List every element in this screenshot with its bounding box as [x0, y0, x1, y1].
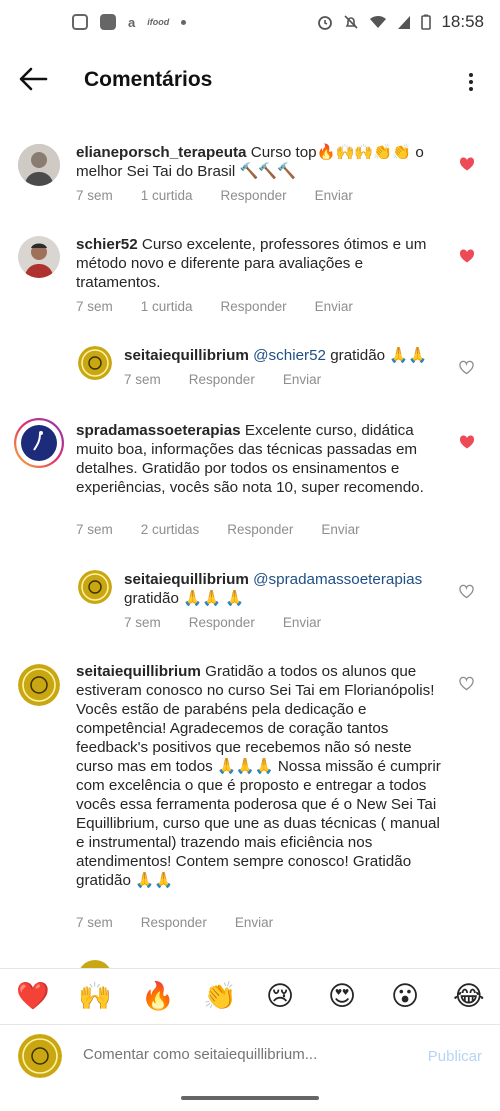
comment-time: 7 sem	[76, 522, 113, 537]
comment-text: Gratidão a todos os alunos que estiveram…	[76, 663, 441, 889]
reaction-crying-button[interactable]: 😢	[266, 979, 294, 1013]
send-button[interactable]: Enviar	[235, 915, 273, 930]
like-count[interactable]: 1 curtida	[141, 299, 193, 314]
reply-button[interactable]: Responder	[189, 615, 255, 630]
comment-time: 7 sem	[124, 615, 161, 630]
more-notifications-icon	[181, 19, 187, 25]
avatar[interactable]	[78, 346, 112, 380]
comment-time: 7 sem	[76, 915, 113, 930]
alarm-icon	[318, 16, 333, 30]
gesture-nav-bar[interactable]	[181, 1096, 319, 1100]
page-title: Comentários	[84, 68, 213, 91]
send-button[interactable]: Enviar	[283, 372, 321, 387]
battery-icon	[421, 14, 432, 30]
app-bar: Comentários	[0, 48, 500, 114]
reaction-heart-eyes-button[interactable]: 😍	[328, 979, 356, 1013]
comment-composer: Publicar	[0, 1024, 500, 1089]
reply-button[interactable]: Responder	[227, 522, 293, 537]
comment-time: 7 sem	[76, 299, 113, 314]
reply-button[interactable]: Responder	[221, 188, 287, 203]
wifi-icon	[370, 15, 387, 28]
comment-text: gratidão 🙏🙏	[330, 347, 428, 364]
status-bar: a ifood 18:58	[0, 0, 500, 48]
avatar[interactable]	[18, 144, 60, 186]
reaction-fire-button[interactable]: 🔥	[141, 979, 175, 1013]
heart-outline-icon[interactable]	[459, 360, 474, 375]
back-arrow-icon[interactable]	[16, 62, 50, 96]
send-button[interactable]: Enviar	[315, 188, 353, 203]
comment-mention[interactable]: @schier52	[253, 347, 326, 364]
comment-username[interactable]: spradamassoeterapias	[76, 422, 241, 439]
mute-icon	[344, 15, 359, 29]
reaction-clap-button[interactable]: 👏	[203, 979, 237, 1013]
like-count[interactable]: 2 curtidas	[141, 522, 200, 537]
avatar	[18, 1034, 62, 1078]
comment-username[interactable]: seitaiequillibrium	[76, 663, 201, 680]
comment-time: 7 sem	[76, 188, 113, 203]
comment-time: 7 sem	[124, 372, 161, 387]
comment-mention[interactable]: @spradamassoeterapias	[253, 571, 422, 588]
comment-username[interactable]: seitaiequillibrium	[124, 571, 249, 588]
avatar[interactable]	[18, 236, 60, 278]
heart-outline-icon[interactable]	[459, 584, 474, 599]
reaction-heart-button[interactable]: ❤️	[16, 979, 50, 1013]
amazon-icon: a	[128, 14, 136, 30]
comment-username[interactable]: elianeporsch_terapeuta	[76, 144, 247, 161]
ifood-icon: ifood	[147, 17, 170, 27]
comment-username[interactable]: schier52	[76, 236, 138, 253]
reaction-raised-hands-button[interactable]: 🙌	[78, 979, 112, 1013]
gallery-icon	[100, 14, 116, 30]
clock: 18:58	[441, 12, 484, 31]
reaction-surprised-button[interactable]: 😮	[391, 979, 419, 1013]
quick-reactions-bar: ❤️ 🙌 🔥 👏 😢 😍 😮 😂	[0, 968, 500, 1025]
next-comment-avatar	[78, 960, 112, 968]
more-options-icon[interactable]	[468, 70, 474, 94]
reaction-laughing-button[interactable]: 😂	[453, 979, 485, 1013]
instagram-icon	[72, 14, 88, 30]
heart-filled-icon[interactable]	[459, 156, 475, 172]
signal-icon	[398, 16, 411, 29]
avatar[interactable]	[78, 570, 112, 604]
send-button[interactable]: Enviar	[321, 522, 359, 537]
comment-username[interactable]: seitaiequillibrium	[124, 347, 249, 364]
publish-button[interactable]: Publicar	[428, 1048, 482, 1065]
send-button[interactable]: Enviar	[283, 615, 321, 630]
heart-filled-icon[interactable]	[459, 248, 475, 264]
like-count[interactable]: 1 curtida	[141, 188, 193, 203]
avatar[interactable]	[18, 664, 60, 706]
reply-button[interactable]: Responder	[141, 915, 207, 930]
heart-filled-icon[interactable]	[459, 434, 475, 450]
send-button[interactable]: Enviar	[315, 299, 353, 314]
reply-button[interactable]: Responder	[221, 299, 287, 314]
reply-button[interactable]: Responder	[189, 372, 255, 387]
comment-text: gratidão 🙏🙏 🙏	[124, 590, 245, 607]
comment-input[interactable]	[83, 1046, 383, 1063]
heart-outline-icon[interactable]	[459, 676, 474, 691]
avatar[interactable]	[14, 418, 64, 468]
